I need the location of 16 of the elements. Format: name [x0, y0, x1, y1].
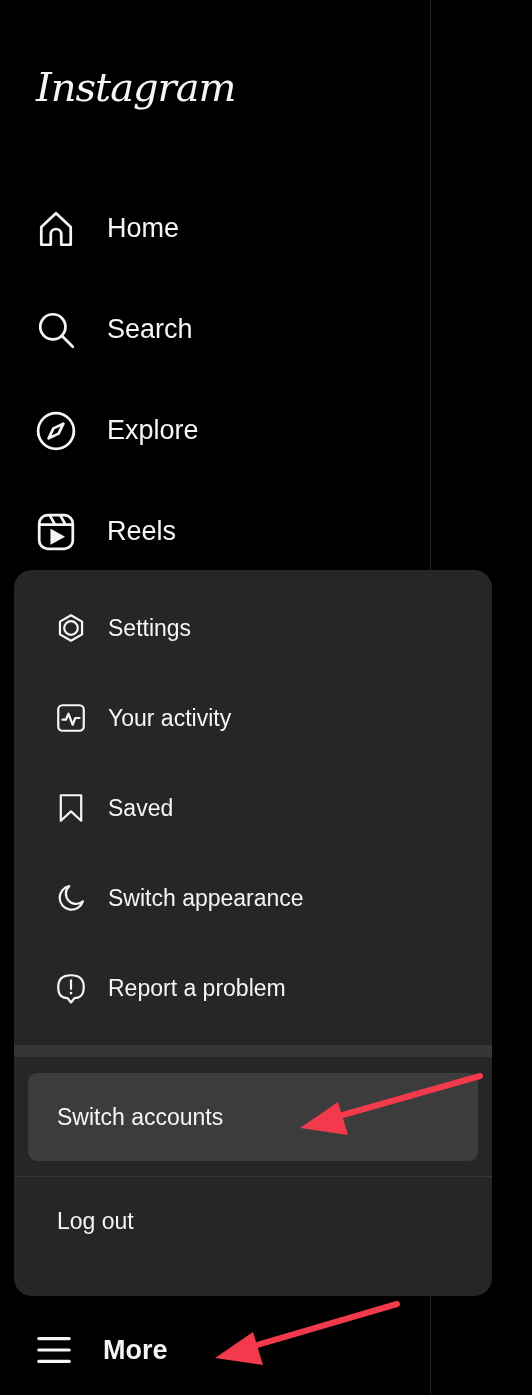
instagram-logo[interactable]: Instagram [36, 64, 236, 110]
menu-item[interactable]: Switch appearance [14, 853, 492, 943]
menu-item[interactable]: Report a problem [14, 943, 492, 1033]
nav-item[interactable]: Reels [0, 481, 430, 582]
menu-item[interactable]: Switch accounts [28, 1073, 478, 1161]
menu-item[interactable]: Your activity [14, 673, 492, 763]
more-button[interactable]: More [0, 1305, 430, 1395]
activity-icon [54, 701, 88, 735]
nav-item[interactable]: Home [0, 178, 430, 279]
nav-item[interactable]: Explore [0, 380, 430, 481]
report-icon [54, 971, 88, 1005]
compass-icon [35, 409, 77, 452]
menu-item[interactable]: Log out [28, 1177, 478, 1265]
menu-item[interactable]: Settings [14, 583, 492, 673]
nav-item[interactable]: Search [0, 279, 430, 380]
menu-item[interactable]: Saved [14, 763, 492, 853]
